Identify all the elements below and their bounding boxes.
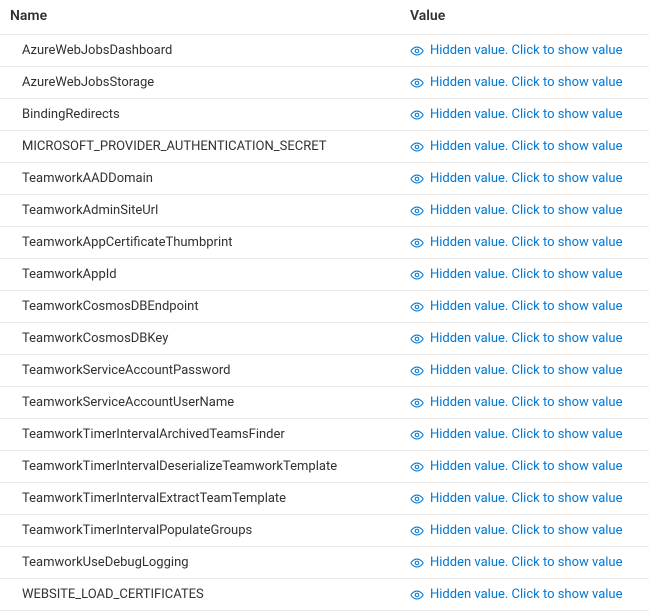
- eye-icon: [410, 556, 424, 570]
- setting-name: TeamworkUseDebugLogging: [22, 555, 410, 570]
- show-value-button[interactable]: Hidden value. Click to show value: [410, 363, 639, 378]
- show-value-button[interactable]: Hidden value. Click to show value: [410, 555, 639, 570]
- table-row[interactable]: TeamworkServiceAccountUserName Hidden val…: [0, 387, 649, 419]
- eye-icon: [410, 204, 424, 218]
- eye-icon: [410, 460, 424, 474]
- table-header-row: Name Value: [0, 0, 649, 35]
- eye-icon: [410, 172, 424, 186]
- setting-name: TeamworkCosmosDBEndpoint: [22, 299, 410, 314]
- app-settings-table: Name Value AzureWebJobsDashboard Hidden v…: [0, 0, 649, 611]
- eye-icon: [410, 236, 424, 250]
- table-row[interactable]: TeamworkServiceAccountPassword Hidden val…: [0, 355, 649, 387]
- setting-name: TeamworkTimerIntervalExtractTeamTemplate: [22, 491, 410, 506]
- hidden-value-label: Hidden value. Click to show value: [430, 523, 622, 538]
- setting-name: TeamworkCosmosDBKey: [22, 331, 410, 346]
- show-value-button[interactable]: Hidden value. Click to show value: [410, 203, 639, 218]
- table-row[interactable]: TeamworkAppId Hidden value. Click to show…: [0, 259, 649, 291]
- eye-icon: [410, 396, 424, 410]
- eye-icon: [410, 140, 424, 154]
- show-value-button[interactable]: Hidden value. Click to show value: [410, 299, 639, 314]
- setting-name: TeamworkTimerIntervalPopulateGroups: [22, 523, 410, 538]
- setting-name: AzureWebJobsDashboard: [22, 43, 410, 58]
- setting-name: TeamworkAppCertificateThumbprint: [22, 235, 410, 250]
- hidden-value-label: Hidden value. Click to show value: [430, 107, 622, 122]
- column-header-name[interactable]: Name: [10, 8, 410, 24]
- hidden-value-label: Hidden value. Click to show value: [430, 75, 622, 90]
- setting-name: AzureWebJobsStorage: [22, 75, 410, 90]
- show-value-button[interactable]: Hidden value. Click to show value: [410, 459, 639, 474]
- setting-name: WEBSITE_LOAD_CERTIFICATES: [22, 587, 410, 602]
- table-row[interactable]: BindingRedirects Hidden value. Click to s…: [0, 99, 649, 131]
- table-row[interactable]: WEBSITE_LOAD_CERTIFICATES Hidden value. C…: [0, 579, 649, 611]
- hidden-value-label: Hidden value. Click to show value: [430, 459, 622, 474]
- eye-icon: [410, 492, 424, 506]
- hidden-value-label: Hidden value. Click to show value: [430, 299, 622, 314]
- eye-icon: [410, 268, 424, 282]
- table-row[interactable]: TeamworkCosmosDBKey Hidden value. Click t…: [0, 323, 649, 355]
- eye-icon: [410, 588, 424, 602]
- eye-icon: [410, 332, 424, 346]
- setting-name: TeamworkServiceAccountUserName: [22, 395, 410, 410]
- show-value-button[interactable]: Hidden value. Click to show value: [410, 587, 639, 602]
- hidden-value-label: Hidden value. Click to show value: [430, 331, 622, 346]
- show-value-button[interactable]: Hidden value. Click to show value: [410, 171, 639, 186]
- eye-icon: [410, 364, 424, 378]
- table-row[interactable]: TeamworkAADDomain Hidden value. Click to …: [0, 163, 649, 195]
- column-header-value[interactable]: Value: [410, 8, 639, 24]
- eye-icon: [410, 428, 424, 442]
- hidden-value-label: Hidden value. Click to show value: [430, 171, 622, 186]
- hidden-value-label: Hidden value. Click to show value: [430, 587, 622, 602]
- hidden-value-label: Hidden value. Click to show value: [430, 235, 622, 250]
- show-value-button[interactable]: Hidden value. Click to show value: [410, 235, 639, 250]
- table-row[interactable]: TeamworkAdminSiteUrl Hidden value. Click …: [0, 195, 649, 227]
- hidden-value-label: Hidden value. Click to show value: [430, 363, 622, 378]
- setting-name: BindingRedirects: [22, 107, 410, 122]
- show-value-button[interactable]: Hidden value. Click to show value: [410, 395, 639, 410]
- setting-name: TeamworkTimerIntervalDeserializeTeamwork…: [22, 459, 410, 474]
- hidden-value-label: Hidden value. Click to show value: [430, 491, 622, 506]
- table-row[interactable]: MICROSOFT_PROVIDER_AUTHENTICATION_SECRET…: [0, 131, 649, 163]
- eye-icon: [410, 524, 424, 538]
- hidden-value-label: Hidden value. Click to show value: [430, 555, 622, 570]
- table-row[interactable]: TeamworkCosmosDBEndpoint Hidden value. Cl…: [0, 291, 649, 323]
- setting-name: TeamworkTimerIntervalArchivedTeamsFinder: [22, 427, 410, 442]
- show-value-button[interactable]: Hidden value. Click to show value: [410, 523, 639, 538]
- setting-name: MICROSOFT_PROVIDER_AUTHENTICATION_SECRET: [22, 139, 410, 154]
- show-value-button[interactable]: Hidden value. Click to show value: [410, 139, 639, 154]
- eye-icon: [410, 300, 424, 314]
- hidden-value-label: Hidden value. Click to show value: [430, 203, 622, 218]
- show-value-button[interactable]: Hidden value. Click to show value: [410, 427, 639, 442]
- hidden-value-label: Hidden value. Click to show value: [430, 267, 622, 282]
- setting-name: TeamworkAppId: [22, 267, 410, 282]
- show-value-button[interactable]: Hidden value. Click to show value: [410, 267, 639, 282]
- table-body: AzureWebJobsDashboard Hidden value. Click…: [0, 35, 649, 611]
- table-row[interactable]: TeamworkUseDebugLogging Hidden value. Cli…: [0, 547, 649, 579]
- show-value-button[interactable]: Hidden value. Click to show value: [410, 75, 639, 90]
- hidden-value-label: Hidden value. Click to show value: [430, 395, 622, 410]
- eye-icon: [410, 108, 424, 122]
- table-row[interactable]: AzureWebJobsStorage Hidden value. Click t…: [0, 67, 649, 99]
- setting-name: TeamworkServiceAccountPassword: [22, 363, 410, 378]
- show-value-button[interactable]: Hidden value. Click to show value: [410, 331, 639, 346]
- show-value-button[interactable]: Hidden value. Click to show value: [410, 107, 639, 122]
- table-row[interactable]: TeamworkTimerIntervalDeserializeTeamwork…: [0, 451, 649, 483]
- hidden-value-label: Hidden value. Click to show value: [430, 139, 622, 154]
- hidden-value-label: Hidden value. Click to show value: [430, 43, 622, 58]
- eye-icon: [410, 44, 424, 58]
- show-value-button[interactable]: Hidden value. Click to show value: [410, 43, 639, 58]
- table-row[interactable]: AzureWebJobsDashboard Hidden value. Click…: [0, 35, 649, 67]
- show-value-button[interactable]: Hidden value. Click to show value: [410, 491, 639, 506]
- setting-name: TeamworkAADDomain: [22, 171, 410, 186]
- hidden-value-label: Hidden value. Click to show value: [430, 427, 622, 442]
- setting-name: TeamworkAdminSiteUrl: [22, 203, 410, 218]
- table-row[interactable]: TeamworkTimerIntervalPopulateGroups Hidde…: [0, 515, 649, 547]
- table-row[interactable]: TeamworkTimerIntervalArchivedTeamsFinder…: [0, 419, 649, 451]
- table-row[interactable]: TeamworkTimerIntervalExtractTeamTemplate…: [0, 483, 649, 515]
- table-row[interactable]: TeamworkAppCertificateThumbprint Hidden v…: [0, 227, 649, 259]
- eye-icon: [410, 76, 424, 90]
